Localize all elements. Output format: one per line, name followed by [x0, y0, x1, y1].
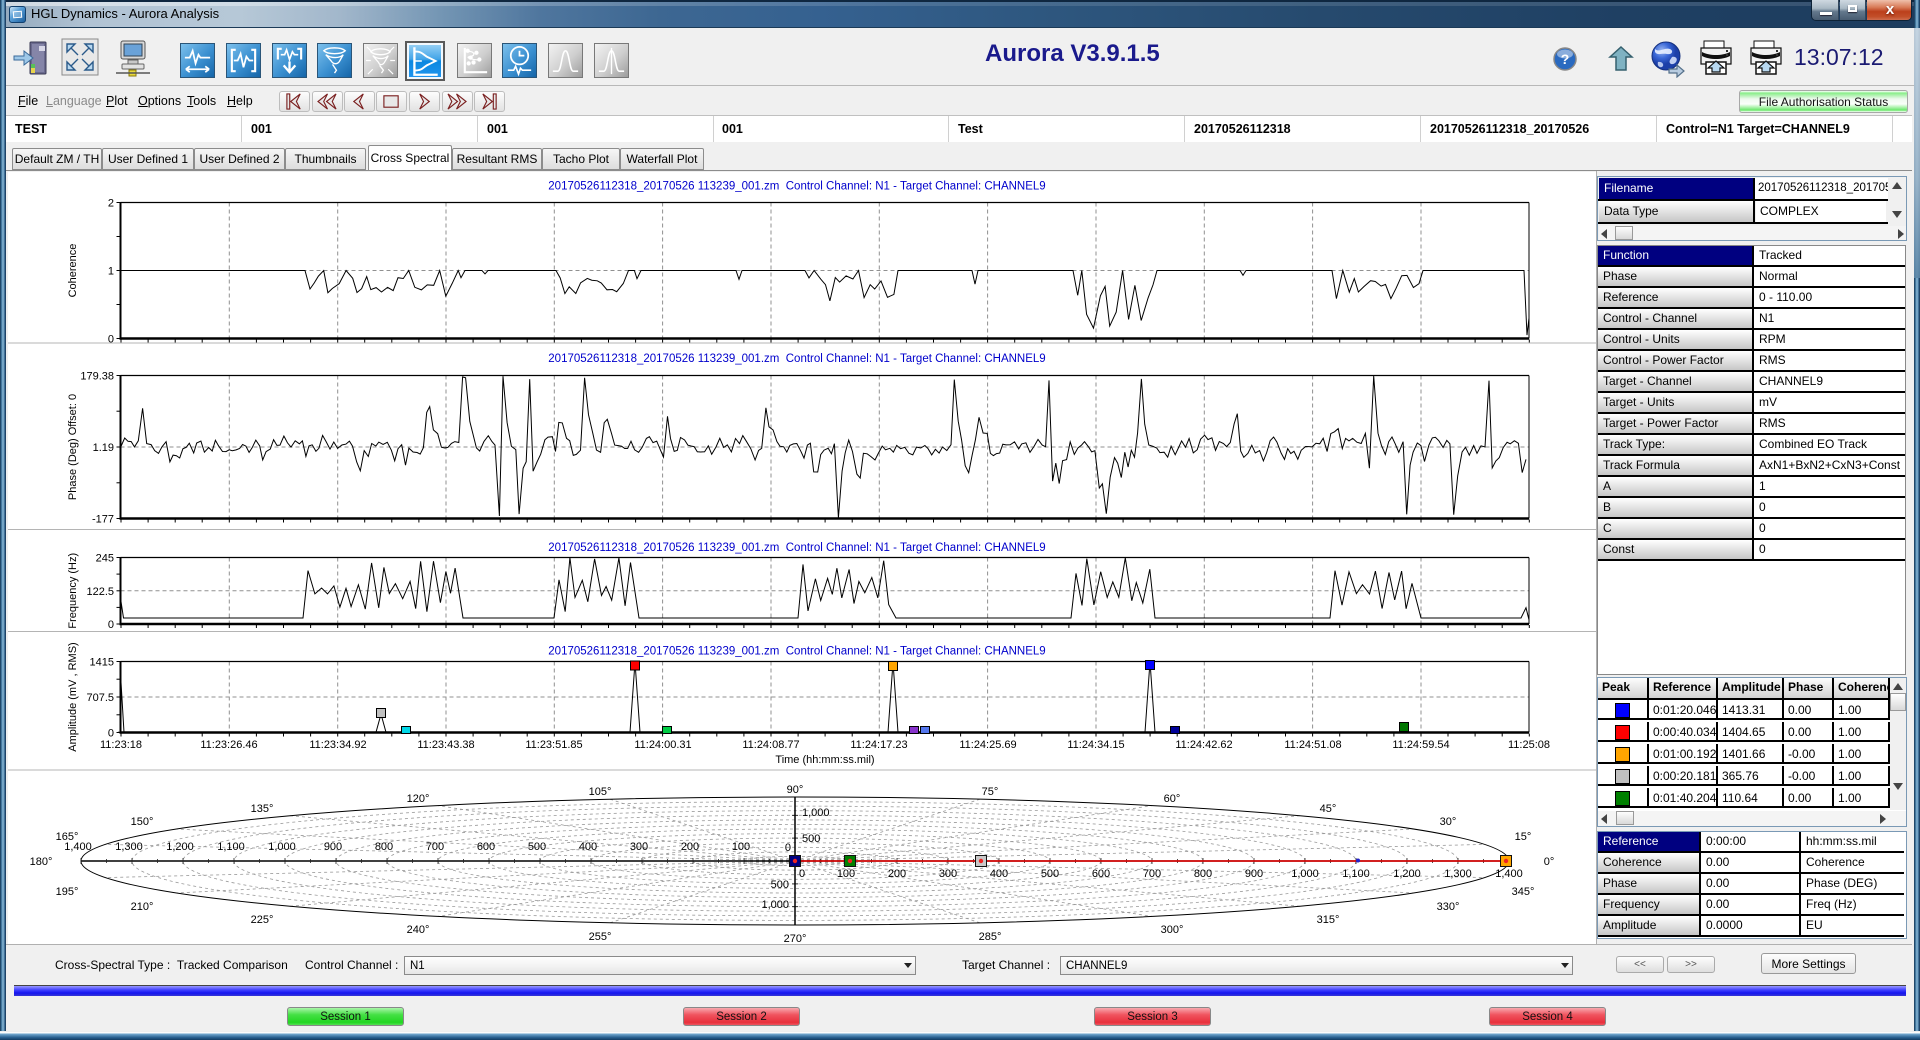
svg-text:1,200: 1,200: [166, 841, 194, 853]
svg-text:100: 100: [732, 841, 750, 853]
svg-text:600: 600: [477, 841, 495, 853]
svg-text:11:23:51.85: 11:23:51.85: [525, 739, 582, 751]
svg-text:11:24:34.15: 11:24:34.15: [1067, 739, 1124, 751]
svg-text:122.5: 122.5: [86, 586, 114, 598]
svg-text:30°: 30°: [1440, 816, 1457, 828]
svg-text:11:24:08.77: 11:24:08.77: [742, 739, 799, 751]
svg-text:245: 245: [96, 553, 114, 565]
svg-text:200: 200: [888, 868, 906, 880]
svg-text:150°: 150°: [131, 816, 154, 828]
svg-text:330°: 330°: [1437, 901, 1460, 913]
svg-text:1,000: 1,000: [1291, 868, 1319, 880]
svg-text:0: 0: [108, 619, 114, 631]
svg-text:345°: 345°: [1512, 886, 1535, 898]
svg-text:1415: 1415: [90, 657, 114, 669]
svg-text:0: 0: [785, 842, 791, 854]
svg-text:Amplitude (mV , RMS): Amplitude (mV , RMS): [67, 642, 79, 751]
svg-text:707.5: 707.5: [86, 692, 114, 704]
svg-text:11:24:59.54: 11:24:59.54: [1392, 739, 1449, 751]
svg-text:15°: 15°: [1515, 831, 1532, 843]
svg-text:1,300: 1,300: [115, 841, 143, 853]
svg-text:1,100: 1,100: [1342, 868, 1370, 880]
svg-text:210°: 210°: [131, 901, 154, 913]
svg-text:135°: 135°: [251, 803, 274, 815]
svg-text:11:24:17.23: 11:24:17.23: [850, 739, 907, 751]
svg-text:1,300: 1,300: [1444, 868, 1472, 880]
svg-text:0: 0: [108, 728, 114, 740]
svg-text:1.19: 1.19: [93, 442, 114, 454]
svg-text:120°: 120°: [407, 793, 430, 805]
svg-text:400: 400: [579, 841, 597, 853]
svg-text:255°: 255°: [589, 931, 612, 943]
svg-text:1,200: 1,200: [1393, 868, 1421, 880]
svg-text:500: 500: [528, 841, 546, 853]
svg-text:11:25:08: 11:25:08: [1508, 739, 1550, 751]
svg-text:11:24:42.62: 11:24:42.62: [1175, 739, 1232, 751]
svg-text:0: 0: [799, 868, 805, 880]
svg-text:1,000: 1,000: [802, 807, 830, 819]
svg-text:1,400: 1,400: [64, 841, 92, 853]
svg-text:0: 0: [108, 334, 114, 346]
svg-text:90°: 90°: [787, 784, 804, 796]
svg-text:11:24:25.69: 11:24:25.69: [959, 739, 1016, 751]
svg-text:700: 700: [1143, 868, 1161, 880]
svg-text:11:23:43.38: 11:23:43.38: [417, 739, 474, 751]
svg-text:600: 600: [1092, 868, 1110, 880]
svg-text:?: ?: [1561, 51, 1570, 67]
svg-text:11:23:18: 11:23:18: [100, 739, 142, 751]
svg-text:Coherence: Coherence: [67, 244, 79, 298]
svg-text:180°: 180°: [30, 856, 53, 868]
svg-text:315°: 315°: [1317, 914, 1340, 926]
svg-text:20170526112318_20170526 113239: 20170526112318_20170526 113239_001.zm Co…: [548, 181, 1045, 193]
svg-text:300: 300: [630, 841, 648, 853]
svg-text:105°: 105°: [589, 786, 612, 798]
svg-text:60°: 60°: [1164, 793, 1181, 805]
svg-text:200: 200: [681, 841, 699, 853]
svg-text:75°: 75°: [982, 786, 999, 798]
svg-text:11:24:51.08: 11:24:51.08: [1284, 739, 1341, 751]
svg-text:400: 400: [990, 868, 1008, 880]
svg-text:20170526112318_20170526 113239: 20170526112318_20170526 113239_001.zm Co…: [548, 353, 1045, 365]
svg-text:800: 800: [1194, 868, 1212, 880]
svg-text:20170526112318_20170526 113239: 20170526112318_20170526 113239_001.zm Co…: [548, 542, 1045, 554]
svg-text:195°: 195°: [56, 886, 79, 898]
svg-text:700: 700: [426, 841, 444, 853]
svg-text:1,400: 1,400: [1495, 868, 1523, 880]
svg-text:11:23:26.46: 11:23:26.46: [200, 739, 257, 751]
svg-text:11:23:34.92: 11:23:34.92: [309, 739, 366, 751]
svg-text:285°: 285°: [979, 931, 1002, 943]
svg-text:1,100: 1,100: [217, 841, 245, 853]
svg-text:900: 900: [324, 841, 342, 853]
svg-text:Time (hh:mm:ss.mil): Time (hh:mm:ss.mil): [775, 754, 874, 766]
svg-text:1,000: 1,000: [268, 841, 296, 853]
svg-text:11:24:00.31: 11:24:00.31: [634, 739, 691, 751]
svg-text:1,000: 1,000: [761, 899, 789, 911]
svg-text:500: 500: [1041, 868, 1059, 880]
svg-text:179.38: 179.38: [80, 371, 114, 383]
svg-text:Frequency (Hz): Frequency (Hz): [67, 553, 79, 629]
svg-text:225°: 225°: [251, 914, 274, 926]
svg-text:300: 300: [939, 868, 957, 880]
svg-text:270°: 270°: [784, 933, 807, 944]
svg-text:240°: 240°: [407, 924, 430, 936]
svg-text:20170526112318_20170526 113239: 20170526112318_20170526 113239_001.zm Co…: [548, 646, 1045, 658]
svg-text:300°: 300°: [1161, 924, 1184, 936]
svg-text:800: 800: [375, 841, 393, 853]
svg-text:500: 500: [802, 833, 820, 845]
svg-text:-177: -177: [92, 514, 114, 526]
svg-text:900: 900: [1245, 868, 1263, 880]
svg-text:1: 1: [108, 266, 114, 278]
svg-text:Phase (Deg) Offset: 0: Phase (Deg) Offset: 0: [67, 394, 79, 500]
svg-text:500: 500: [771, 879, 789, 891]
svg-text:0°: 0°: [1544, 856, 1555, 868]
svg-text:100: 100: [837, 868, 855, 880]
svg-text:45°: 45°: [1320, 803, 1337, 815]
svg-text:2: 2: [108, 198, 114, 210]
